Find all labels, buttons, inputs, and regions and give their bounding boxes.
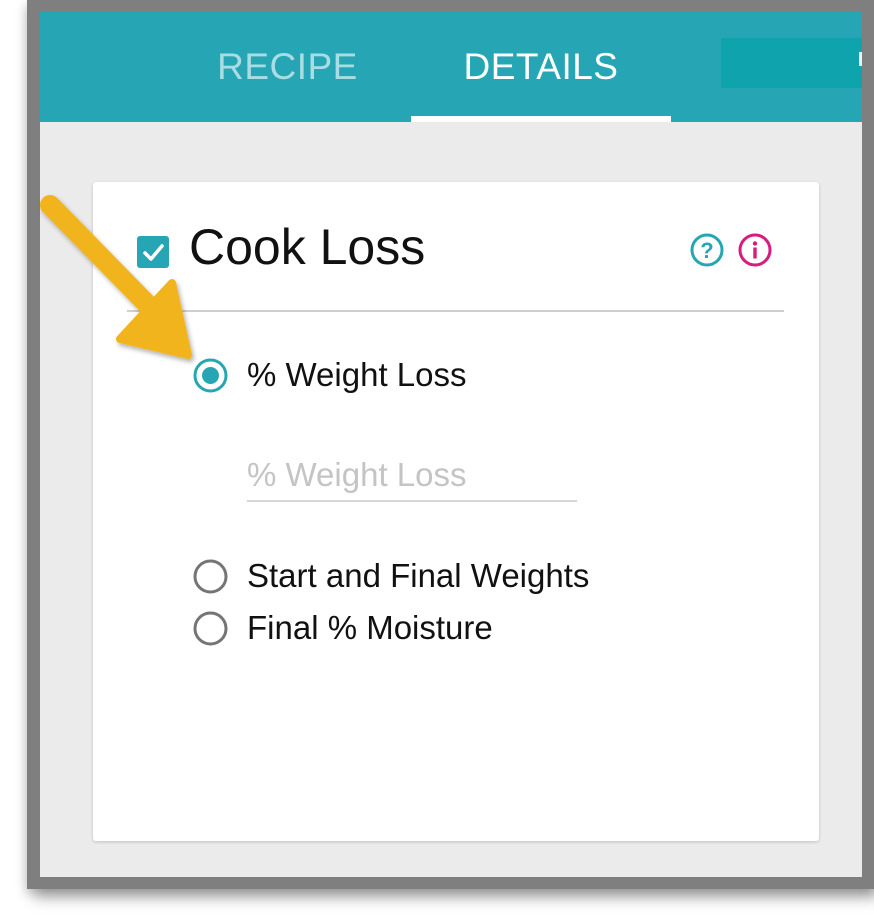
card-title: Cook Loss (189, 219, 426, 275)
window-frame: RECIPE DETAILS Cook Loss ? % Weight Loss… (27, 0, 874, 889)
check-icon (143, 244, 164, 261)
question-circle-icon[interactable]: ? (690, 233, 724, 267)
radio-option-start-final-weights[interactable]: Start and Final Weights (193, 556, 589, 596)
radio-option-final-moisture[interactable]: Final % Moisture (193, 608, 493, 648)
cook-loss-card: Cook Loss ? % Weight Loss % Weight Loss … (93, 182, 819, 841)
radio-label: Final % Moisture (247, 609, 493, 646)
tab-details[interactable]: DETAILS (411, 12, 671, 122)
radio-unselected-icon[interactable] (193, 611, 228, 646)
radio-option-weight-loss[interactable]: % Weight Loss (193, 355, 467, 395)
radio-label: % Weight Loss (247, 356, 467, 393)
radio-selected-icon[interactable] (193, 358, 228, 393)
app-window: RECIPE DETAILS Cook Loss ? % Weight Loss… (40, 12, 862, 877)
radio-unselected-icon[interactable] (193, 559, 228, 594)
weight-loss-input[interactable] (247, 450, 577, 502)
radio-label: Start and Final Weights (247, 557, 590, 594)
card-divider (127, 310, 784, 312)
active-tab-indicator (411, 116, 671, 122)
tab-overflow-partial[interactable] (721, 38, 862, 88)
svg-text:?: ? (700, 238, 713, 263)
info-circle-icon[interactable] (738, 233, 772, 267)
tab-recipe[interactable]: RECIPE (150, 12, 425, 122)
cook-loss-checkbox[interactable] (137, 236, 169, 268)
tab-overflow-edge (859, 52, 862, 66)
tab-bar: RECIPE DETAILS (40, 12, 862, 122)
